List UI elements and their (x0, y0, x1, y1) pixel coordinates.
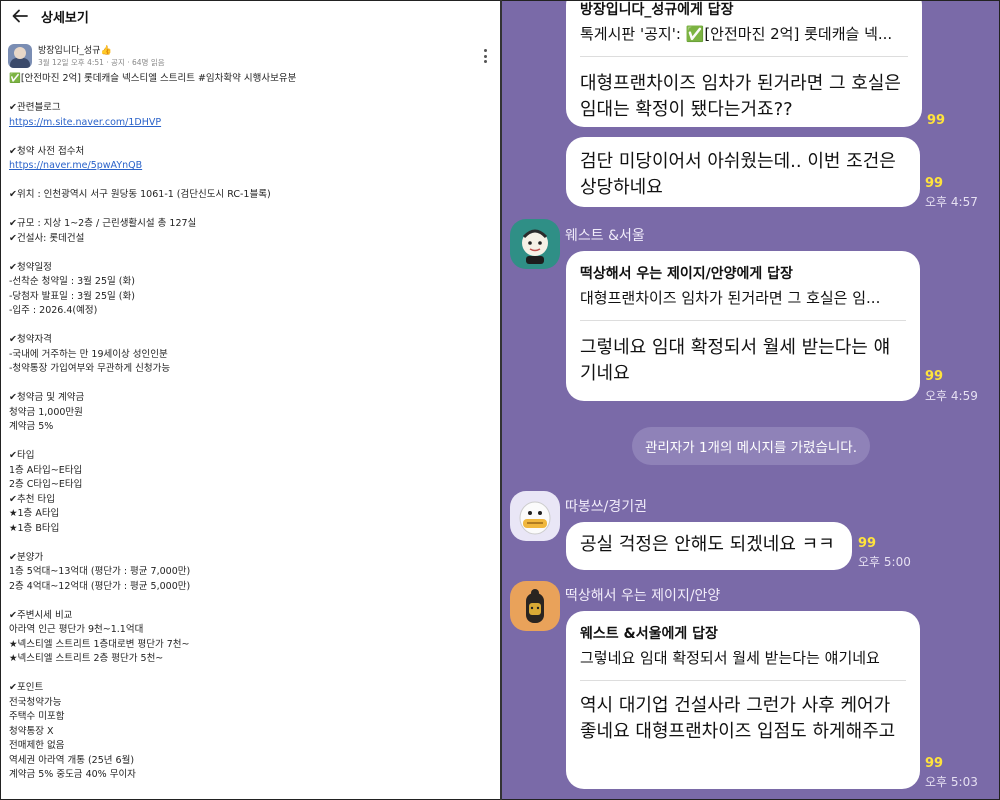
hidden-message-notice: 관리자가 1개의 메시지를 가렸습니다. (632, 427, 870, 465)
message-time: 오후 4:59 (925, 389, 978, 403)
post-line (9, 377, 492, 392)
post-line: 계약금 5% (9, 421, 54, 432)
post-line: -당첨자 발표일 : 3월 25일 (화) (9, 290, 135, 302)
post-line: ✔추천 타입 (9, 493, 55, 505)
post-line: -청약통장 가입여부와 무관하게 신청가능 (9, 363, 171, 374)
profile-avatar[interactable] (510, 491, 560, 541)
post-line: -선착순 청약일 : 3월 25일 (화) (9, 276, 135, 287)
post-body: ✅[안전마진 2억] 롯데캐슬 넥스티엘 스트리트 #임차확약 시행사보유분 ✔관… (1, 68, 500, 783)
post-line: 역세권 아라역 개통 (25년 6월) (9, 754, 135, 766)
post-line: ✔청약금 및 계약금 (9, 392, 85, 403)
page-title: 상세보기 (41, 10, 89, 26)
post-line (9, 435, 492, 450)
reply-quote-text: 대형프랜차이즈 임차가 된거라면 그 호실은 임... (580, 289, 881, 307)
post-line: -국내에 거주하는 만 19세이상 성인인분 (9, 348, 168, 360)
post-line: -입주 : 2026.4(예정) (9, 305, 98, 316)
post-link[interactable]: https://m.site.naver.com/1DHVP (9, 116, 492, 131)
reply-quote-title: 방장입니다_성규에게 답장 (580, 2, 734, 18)
post-line: ★넥스티엘 스트리트 2층 평단가 5천~ (9, 653, 164, 664)
post-line: 주택수 미포함 (9, 711, 65, 722)
post-line: ✅[안전마진 2억] 롯데캐슬 넥스티엘 스트리트 #임차확약 시행사보유분 (9, 73, 297, 84)
post-line: 전국청약가능 (9, 696, 62, 708)
post-line (9, 174, 492, 189)
reply-quote-text: 톡게시판 '공지': ✅[안전마진 2억] 롯데캐슬 넥... (580, 25, 893, 43)
message-bubble[interactable]: 검단 미당이어서 아쉬웠는데.. 이번 조건은 상당하네요 (566, 137, 920, 207)
post-line (9, 203, 492, 218)
post-line: ★1층 B타입 (9, 522, 60, 534)
post-line: ✔관련블로그 (9, 102, 61, 113)
unread-count: 99 (927, 113, 946, 128)
more-options-icon[interactable] (484, 49, 488, 63)
unread-count: 99 (925, 756, 944, 771)
reply-quote[interactable]: 방장입니다_성규에게 답장 톡게시판 '공지': ✅[안전마진 2억] 롯데캐슬… (566, 1, 922, 57)
sender-name: 떡상해서 우는 제이지/안양 (565, 588, 721, 604)
reply-quote[interactable]: 웨스트 &서울에게 답장 그렇네요 임대 확정되서 월세 받는다는 얘기네요 (566, 611, 920, 681)
author-name: 방장입니다_성규👍 (38, 46, 112, 56)
post-line (9, 246, 492, 261)
post-line (9, 594, 492, 609)
post-line: ✔건설사: 롯데건설 (9, 232, 85, 244)
reply-quote-text: 그렇네요 임대 확정되서 월세 받는다는 얘기네요 (580, 649, 880, 667)
top-bar: 상세보기 (1, 1, 500, 31)
message-bubble[interactable]: 떡상해서 우는 제이지/안양에게 답장 대형프랜차이즈 임차가 된거라면 그 호… (566, 251, 920, 401)
post-line: 청약통장 X (9, 725, 54, 737)
post-line: 청약금 1,000만원 (9, 406, 83, 418)
post-header: 방장입니다_성규👍 3월 12일 오후 4:51 · 공지 · 64명 읽음 (1, 31, 500, 68)
post-line: 1층 5억대~13억대 (평단가 : 평균 7,000만) (9, 566, 191, 577)
message-time: 오후 4:57 (925, 195, 978, 209)
post-line (9, 130, 492, 145)
post-line: ✔청약일정 (9, 261, 52, 273)
reply-quote-title: 웨스트 &서울에게 답장 (580, 626, 718, 642)
message-bubble[interactable]: 웨스트 &서울에게 답장 그렇네요 임대 확정되서 월세 받는다는 얘기네요 역… (566, 611, 920, 789)
message-time: 오후 5:00 (858, 555, 911, 569)
post-line: ★넥스티엘 스트리트 1층대로변 평단가 7천~ (9, 638, 190, 650)
message-text: 그렇네요 임대 확정되서 월세 받는다는 얘기네요 (580, 337, 891, 384)
post-line (9, 536, 492, 551)
profile-avatar[interactable] (510, 219, 560, 269)
post-link[interactable]: https://naver.me/5pwAYnQB (9, 159, 492, 174)
post-line (9, 319, 492, 334)
post-line: ✔위치 : 인천광역시 서구 원당동 1061-1 (검단신도시 RC-1블록) (9, 189, 271, 200)
notice-detail-panel: 상세보기 방장입니다_성규👍 3월 12일 오후 4:51 · 공지 · 64명… (1, 1, 500, 799)
message-text: 역시 대기업 건설사라 그런가 사후 케어가 좋네요 대형프랜차이즈 입점도 하… (580, 695, 896, 742)
post-line: ★1층 A타입 (9, 508, 60, 519)
post-line: 전매제한 없음 (9, 740, 65, 751)
post-line: ✔포인트 (9, 682, 44, 693)
chat-panel: 방장입니다_성규에게 답장 톡게시판 '공지': ✅[안전마진 2억] 롯데캐슬… (502, 1, 999, 799)
message-time: 오후 5:03 (925, 775, 978, 789)
post-line (9, 87, 492, 102)
post-line: ✔분양가 (9, 551, 44, 563)
unread-count: 99 (858, 536, 877, 551)
post-line: 계약금 5% 중도금 40% 무이자 (9, 769, 136, 780)
author-avatar[interactable] (8, 43, 32, 68)
post-line: ✔타입 (9, 450, 35, 461)
post-line: 2층 4억대~12억대 (평단가 : 평균 5,000만) (9, 580, 191, 592)
message-text: 공실 걱정은 안해도 되겠네요 ㅋㅋ (580, 534, 835, 555)
post-line: ✔규모 : 지상 1~2층 / 근린생활시설 총 127실 (9, 218, 197, 229)
post-line: 1층 A타입~E타입 (9, 464, 83, 476)
reply-quote[interactable]: 떡상해서 우는 제이지/안양에게 답장 대형프랜차이즈 임차가 된거라면 그 호… (566, 251, 920, 321)
message-text: 대형프랜차이즈 임차가 된거라면 그 호실은 임대는 확정이 됐다는거죠?? (580, 73, 901, 120)
sender-name: 따봉쓰/경기권 (565, 499, 647, 515)
back-arrow-icon[interactable] (11, 7, 29, 25)
post-line: 2층 C타입~E타입 (9, 479, 83, 490)
post-line: ✔청약 사전 접수처 (9, 145, 85, 157)
sender-name: 웨스트 &서울 (565, 228, 645, 244)
reply-quote-title: 떡상해서 우는 제이지/안양에게 답장 (580, 266, 793, 282)
post-line: ✔주변시세 비교 (9, 609, 73, 621)
message-text: 검단 미당이어서 아쉬웠는데.. 이번 조건은 상당하네요 (580, 151, 896, 198)
unread-count: 99 (925, 369, 944, 384)
post-meta: 3월 12일 오후 4:51 · 공지 · 64명 읽음 (38, 58, 165, 67)
message-bubble[interactable]: 방장입니다_성규에게 답장 톡게시판 '공지': ✅[안전마진 2억] 롯데캐슬… (566, 1, 922, 127)
post-line (9, 667, 492, 682)
profile-avatar[interactable] (510, 581, 560, 631)
unread-count: 99 (925, 176, 944, 191)
message-bubble[interactable]: 공실 걱정은 안해도 되겠네요 ㅋㅋ (566, 522, 852, 570)
post-line: 아라역 인근 평단가 9천~1.1억대 (9, 624, 144, 635)
post-line: ✔청약자격 (9, 334, 52, 345)
